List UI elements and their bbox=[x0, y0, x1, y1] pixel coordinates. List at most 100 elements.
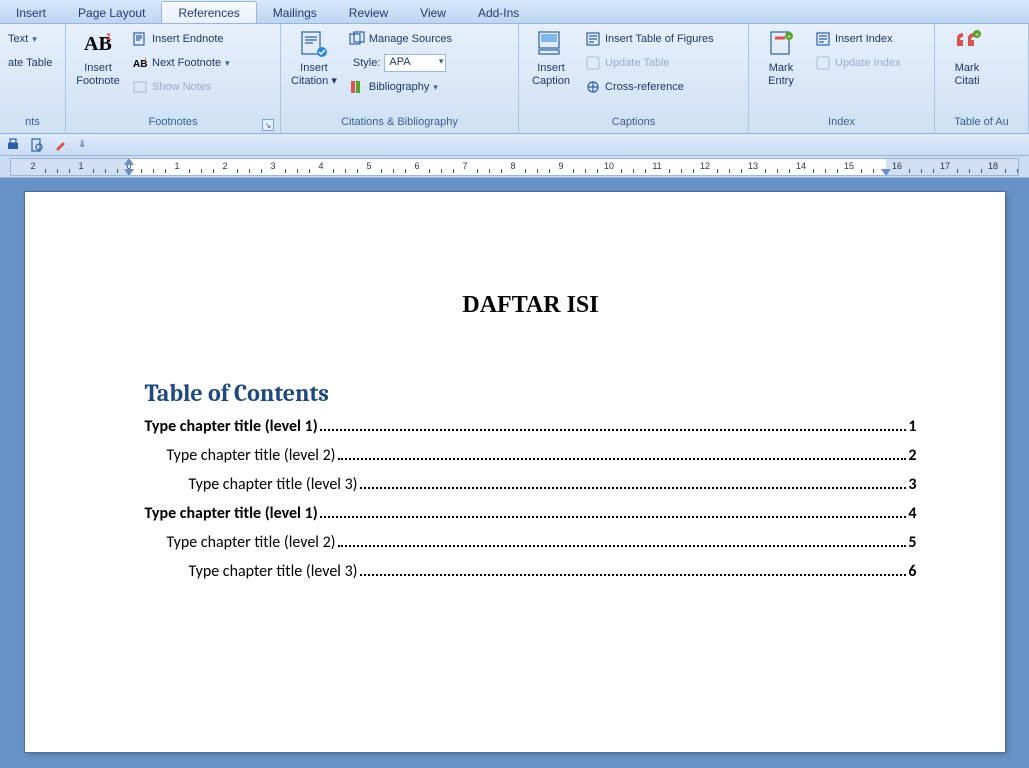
toc-leader bbox=[360, 487, 907, 489]
toc-entry-page: 4 bbox=[908, 504, 916, 523]
toc-entry[interactable]: Type chapter title (level 3) 3 bbox=[145, 475, 917, 494]
tools-quick-icon[interactable] bbox=[52, 136, 70, 154]
print-quick-icon[interactable] bbox=[4, 136, 22, 154]
insert-footnote-button[interactable]: AB1 InsertFootnote bbox=[70, 26, 126, 90]
footnotes-dialog-launcher[interactable]: ↘ bbox=[262, 119, 274, 131]
insert-tof-label: Insert Table of Figures bbox=[605, 33, 714, 45]
next-footnote-icon: AB1 bbox=[132, 55, 148, 71]
insert-index-label: Insert Index bbox=[835, 33, 892, 45]
tab-references[interactable]: References bbox=[161, 1, 256, 23]
toc-entry[interactable]: Type chapter title (level 1) 4 bbox=[145, 504, 917, 523]
text-dd-label: Text bbox=[8, 33, 28, 45]
tab-page-layout[interactable]: Page Layout bbox=[62, 2, 161, 23]
toc-entry-text: Type chapter title (level 2) bbox=[167, 446, 336, 465]
caption-icon bbox=[535, 28, 567, 60]
update-index-label: Update Index bbox=[835, 57, 900, 69]
hanging-indent-marker[interactable] bbox=[124, 169, 134, 176]
insert-citation-label: InsertCitation ▾ bbox=[291, 62, 337, 88]
mark-entry-button[interactable]: + MarkEntry bbox=[753, 26, 809, 90]
ribbon-tabs: Insert Page Layout References Mailings R… bbox=[0, 0, 1029, 24]
toc-entry[interactable]: Type chapter title (level 2) 5 bbox=[145, 533, 917, 552]
group-toa: + MarkCitati Table of Au bbox=[935, 24, 1029, 133]
tab-view[interactable]: View bbox=[404, 2, 462, 23]
toc-entry-text: Type chapter title (level 3) bbox=[189, 562, 358, 581]
insert-citation-button[interactable]: InsertCitation ▾ bbox=[285, 26, 343, 90]
toc-entry-text: Type chapter title (level 1) bbox=[145, 504, 318, 523]
insert-caption-label: InsertCaption bbox=[532, 62, 570, 88]
insert-caption-button[interactable]: InsertCaption bbox=[523, 26, 579, 90]
footnote-icon: AB1 bbox=[82, 28, 114, 60]
citation-style-select[interactable]: APA bbox=[384, 54, 446, 72]
tab-add-ins[interactable]: Add-Ins bbox=[462, 2, 535, 23]
toc-leader bbox=[338, 545, 907, 547]
group-footnotes: AB1 InsertFootnote Insert Endnote AB1 Ne… bbox=[66, 24, 281, 133]
manage-sources-label: Manage Sources bbox=[369, 33, 452, 45]
first-line-indent-marker[interactable] bbox=[124, 158, 134, 165]
group-footnotes-label: Footnotes ↘ bbox=[70, 115, 276, 131]
group-index: + MarkEntry Insert Index Update Index In… bbox=[749, 24, 935, 133]
group-captions-label: Captions bbox=[523, 115, 744, 131]
show-notes-button[interactable]: Show Notes bbox=[128, 76, 234, 98]
document-page[interactable]: DAFTAR ISI Table of Contents Type chapte… bbox=[25, 192, 1005, 752]
mark-citation-icon: + bbox=[951, 28, 983, 60]
mark-entry-label: MarkEntry bbox=[768, 62, 794, 88]
insert-index-button[interactable]: Insert Index bbox=[811, 28, 904, 50]
toc-leader bbox=[360, 574, 907, 576]
mark-entry-icon: + bbox=[765, 28, 797, 60]
next-footnote-button[interactable]: AB1 Next Footnote bbox=[128, 52, 234, 74]
toc-entry-page: 5 bbox=[908, 533, 916, 552]
style-label: Style: bbox=[353, 57, 381, 69]
insert-footnote-label: InsertFootnote bbox=[76, 62, 119, 88]
toc-entry-page: 6 bbox=[908, 562, 916, 581]
insert-index-icon bbox=[815, 31, 831, 47]
tab-insert[interactable]: Insert bbox=[0, 2, 62, 23]
toc-leader bbox=[320, 516, 907, 518]
citation-icon bbox=[298, 28, 330, 60]
mark-citation-button[interactable]: + MarkCitati bbox=[939, 26, 995, 90]
bibliography-button[interactable]: Bibliography bbox=[345, 76, 456, 98]
toc-entry[interactable]: Type chapter title (level 2)2 bbox=[145, 446, 917, 465]
group-toc-label: nts bbox=[4, 115, 61, 131]
tab-mailings[interactable]: Mailings bbox=[257, 2, 333, 23]
cross-reference-button[interactable]: Cross-reference bbox=[581, 76, 718, 98]
insert-endnote-button[interactable]: Insert Endnote bbox=[128, 28, 234, 50]
tab-review[interactable]: Review bbox=[333, 2, 404, 23]
document-main-title[interactable]: DAFTAR ISI bbox=[145, 292, 917, 319]
toc-entry-text: Type chapter title (level 3) bbox=[189, 475, 358, 494]
insert-tof-button[interactable]: Insert Table of Figures bbox=[581, 28, 718, 50]
quick-toolbar: ⇓ bbox=[0, 134, 1029, 156]
group-captions: InsertCaption Insert Table of Figures Up… bbox=[519, 24, 749, 133]
update-toc-button[interactable]: ate Table bbox=[4, 52, 56, 74]
group-citations-label: Citations & Bibliography bbox=[285, 115, 514, 131]
bibliography-icon bbox=[349, 79, 365, 95]
toolbar-overflow-icon[interactable]: ⇓ bbox=[78, 139, 86, 150]
toc-entry-page: 3 bbox=[908, 475, 916, 494]
toc-leader bbox=[320, 429, 907, 431]
group-toa-label: Table of Au bbox=[939, 115, 1024, 131]
update-index-button[interactable]: Update Index bbox=[811, 52, 904, 74]
preview-quick-icon[interactable] bbox=[28, 136, 46, 154]
update-tof-button[interactable]: Update Table bbox=[581, 52, 718, 74]
update-tof-label: Update Table bbox=[605, 57, 670, 69]
right-indent-marker[interactable] bbox=[881, 169, 891, 176]
toc-entry[interactable]: Type chapter title (level 1)1 bbox=[145, 417, 917, 436]
cross-ref-icon bbox=[585, 79, 601, 95]
ribbon: Text ate Table nts AB1 InsertFootnote In… bbox=[0, 24, 1029, 134]
manage-sources-button[interactable]: Manage Sources bbox=[345, 28, 456, 50]
svg-text:1: 1 bbox=[106, 32, 112, 43]
horizontal-ruler[interactable]: 210123456789101112131415161718 bbox=[10, 158, 1019, 176]
update-tof-icon bbox=[585, 55, 601, 71]
toc-heading[interactable]: Table of Contents bbox=[145, 379, 917, 407]
add-text-button[interactable]: Text bbox=[4, 28, 56, 50]
tof-icon bbox=[585, 31, 601, 47]
svg-text:+: + bbox=[975, 32, 979, 39]
insert-endnote-label: Insert Endnote bbox=[152, 33, 224, 45]
ruler-row: 210123456789101112131415161718 bbox=[0, 156, 1029, 178]
toc-leader bbox=[338, 458, 907, 460]
manage-sources-icon bbox=[349, 31, 365, 47]
toc-entry-text: Type chapter title (level 2) bbox=[167, 533, 336, 552]
update-toc-label: ate Table bbox=[8, 57, 52, 69]
group-toc: Text ate Table nts bbox=[0, 24, 66, 133]
bibliography-label: Bibliography bbox=[369, 81, 430, 93]
toc-entry[interactable]: Type chapter title (level 3) 6 bbox=[145, 562, 917, 581]
